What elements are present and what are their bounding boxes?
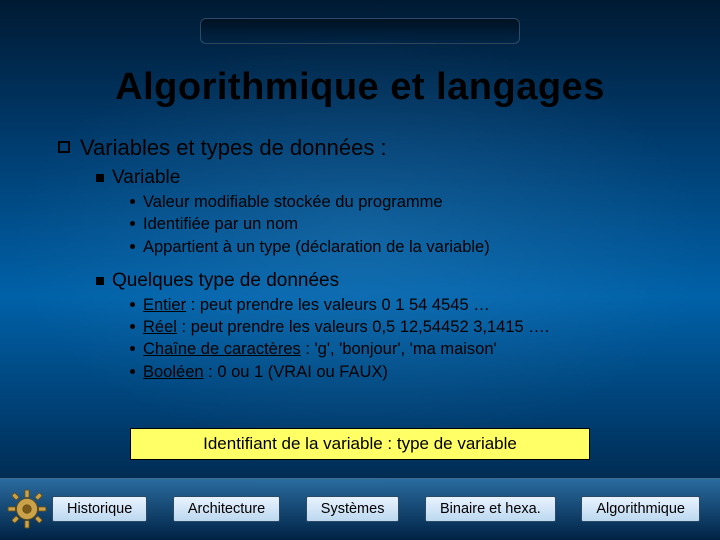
bullet-row: Identifiée par un nom xyxy=(130,213,680,235)
dot-bullet-icon xyxy=(130,369,135,374)
bullet-text: Identifiée par un nom xyxy=(143,213,298,235)
section-heading-row: Variables et types de données : xyxy=(58,135,680,161)
type-name: Entier xyxy=(143,296,186,314)
type-line: Booléen : 0 ou 1 (VRAI ou FAUX) xyxy=(143,361,388,383)
dot-bullet-icon xyxy=(130,244,135,249)
type-desc: : 'g', 'bonjour', 'ma maison' xyxy=(301,340,497,358)
subheading-row: Variable xyxy=(96,167,680,189)
dot-bullet-icon xyxy=(130,221,135,226)
syntax-callout: Identifiant de la variable : type de var… xyxy=(130,428,590,460)
type-desc: : peut prendre les valeurs 0,5 12,54452 … xyxy=(177,318,549,336)
bullet-row: Appartient à un type (déclaration de la … xyxy=(130,236,680,258)
nav-tab-historique[interactable]: Historique xyxy=(52,496,147,522)
type-line: Entier : peut prendre les valeurs 0 1 54… xyxy=(143,294,490,316)
type-name: Booléen xyxy=(143,363,204,381)
subheading-label: Quelques type de données xyxy=(112,270,339,292)
type-line: Réel : peut prendre les valeurs 0,5 12,5… xyxy=(143,316,549,338)
type-line: Chaîne de caractères : 'g', 'bonjour', '… xyxy=(143,338,497,360)
type-desc: : peut prendre les valeurs 0 1 54 4545 … xyxy=(186,296,490,314)
nav-row: Historique Architecture Systèmes Binaire… xyxy=(0,488,720,530)
dot-bullet-icon xyxy=(130,346,135,351)
type-name: Chaîne de caractères xyxy=(143,340,301,358)
dot-bullet-icon xyxy=(130,324,135,329)
nav-tab-algorithmique[interactable]: Algorithmique xyxy=(581,496,700,522)
bullet-row: Réel : peut prendre les valeurs 0,5 12,5… xyxy=(130,316,680,338)
square-bullet-icon xyxy=(58,141,70,153)
title-bar-decoration xyxy=(200,18,520,44)
subheading-row: Quelques type de données xyxy=(96,270,680,292)
bullet-text: Valeur modifiable stockée du programme xyxy=(143,191,443,213)
slide: Algorithmique et langages Variables et t… xyxy=(0,0,720,540)
small-square-bullet-icon xyxy=(96,277,104,285)
small-square-bullet-icon xyxy=(96,174,104,182)
subheading-label: Variable xyxy=(112,167,180,189)
type-desc: : 0 ou 1 (VRAI ou FAUX) xyxy=(204,363,388,381)
bullet-row: Entier : peut prendre les valeurs 0 1 54… xyxy=(130,294,680,316)
nav-tab-systemes[interactable]: Systèmes xyxy=(306,496,400,522)
dot-bullet-icon xyxy=(130,199,135,204)
gear-icon xyxy=(6,488,48,530)
section-heading: Variables et types de données : xyxy=(80,135,387,161)
bullet-text: Appartient à un type (déclaration de la … xyxy=(143,236,490,258)
bullet-row: Booléen : 0 ou 1 (VRAI ou FAUX) xyxy=(130,361,680,383)
bullet-row: Chaîne de caractères : 'g', 'bonjour', '… xyxy=(130,338,680,360)
type-name: Réel xyxy=(143,318,177,336)
slide-title: Algorithmique et langages xyxy=(0,66,720,109)
nav-tab-architecture[interactable]: Architecture xyxy=(173,496,280,522)
bullet-row: Valeur modifiable stockée du programme xyxy=(130,191,680,213)
dot-bullet-icon xyxy=(130,302,135,307)
nav-tab-binaire[interactable]: Binaire et hexa. xyxy=(425,496,556,522)
slide-body: Variables et types de données : Variable… xyxy=(58,135,680,383)
